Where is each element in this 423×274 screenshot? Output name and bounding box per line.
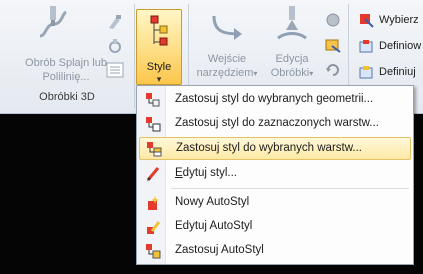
style-button[interactable]: Style ▾ <box>136 9 182 85</box>
tool-gear-icon[interactable] <box>106 38 124 54</box>
record-icon[interactable] <box>324 12 342 28</box>
menu-item-label: Zastosuj styl do wybranych warstw... <box>176 142 362 154</box>
chevron-down-icon: ▾ <box>253 69 258 78</box>
define2-item-label: Definiuj <box>379 66 416 78</box>
menu-item-label: Edytuj AutoStyl <box>175 220 253 232</box>
define2-icon <box>359 66 373 79</box>
edit-machining-label-1: Edycja <box>275 53 309 65</box>
chevron-down-icon: ▾ <box>156 74 162 84</box>
tool-entry-icon <box>212 15 242 40</box>
new-autostyle-icon <box>148 196 159 210</box>
edit-machining-icon <box>277 6 307 40</box>
menu-item-label: Zastosuj AutoStyl <box>175 244 264 256</box>
spline-machining-icon <box>39 6 67 38</box>
apply-autostyle-icon <box>146 244 161 259</box>
refresh-icon[interactable] <box>324 62 342 78</box>
edit-machining-button[interactable]: Edycja Obróbki▾ <box>262 4 322 88</box>
tool-entry-label-1: Wejście <box>207 53 247 65</box>
group-separator <box>134 4 135 108</box>
define-icon <box>359 40 373 53</box>
menu-item-edit-style[interactable]: Edytuj styl... <box>139 163 411 186</box>
apply-style-selected-layers-icon <box>146 117 161 132</box>
menu-item-edit-autostyle[interactable]: Edytuj AutoStyl <box>139 216 411 239</box>
chevron-down-icon: ▾ <box>309 69 314 78</box>
menu-item-apply-style-selected-layers[interactable]: Zastosuj styl do zaznaczonych warstw... <box>139 113 411 136</box>
menu-item-apply-autostyle[interactable]: Zastosuj AutoStyl <box>139 240 411 263</box>
menu-item-label: Nowy AutoStyl <box>175 196 250 208</box>
style-brush-icon[interactable] <box>324 38 342 54</box>
select-style-icon <box>360 14 374 28</box>
select-item-label: Wybierz <box>379 14 419 26</box>
menu-item-label: Zastosuj styl do zaznaczonych warstw... <box>175 117 379 129</box>
define-item-label: Definiow <box>379 40 422 52</box>
menu-item-new-autostyle[interactable]: Nowy AutoStyl <box>139 192 411 215</box>
menu-item-label: Zastosuj styl do wybranych geometrii... <box>175 93 374 105</box>
menu-item-apply-style-layers[interactable]: Zastosuj styl do wybranych warstw... <box>139 137 411 160</box>
group-label-obrobki3d: Obróbki 3D <box>39 91 95 103</box>
edit-style-icon <box>146 167 160 181</box>
edit-machining-label-2: Obróbki <box>270 67 310 79</box>
menu-item-apply-style-geometry[interactable]: Zastosuj styl do wybranych geometrii... <box>139 89 411 112</box>
list-icon[interactable] <box>106 62 124 78</box>
apply-style-geometry-icon <box>146 93 160 107</box>
tool-icon[interactable] <box>106 14 124 30</box>
edit-autostyle-icon <box>147 221 161 234</box>
tool-entry-button[interactable]: Wejście narzędziem▾ <box>190 4 264 88</box>
style-icon <box>150 15 168 46</box>
menu-item-label-rest: dytuj styl... <box>182 167 237 179</box>
menu-item-label: Edytuj styl... <box>175 167 237 179</box>
menu-separator <box>171 188 409 189</box>
apply-style-layers-icon <box>147 142 162 157</box>
tool-entry-label-2: narzędziem <box>196 67 254 79</box>
style-dropdown-menu: Zastosuj styl do wybranych geometrii... … <box>136 85 414 265</box>
